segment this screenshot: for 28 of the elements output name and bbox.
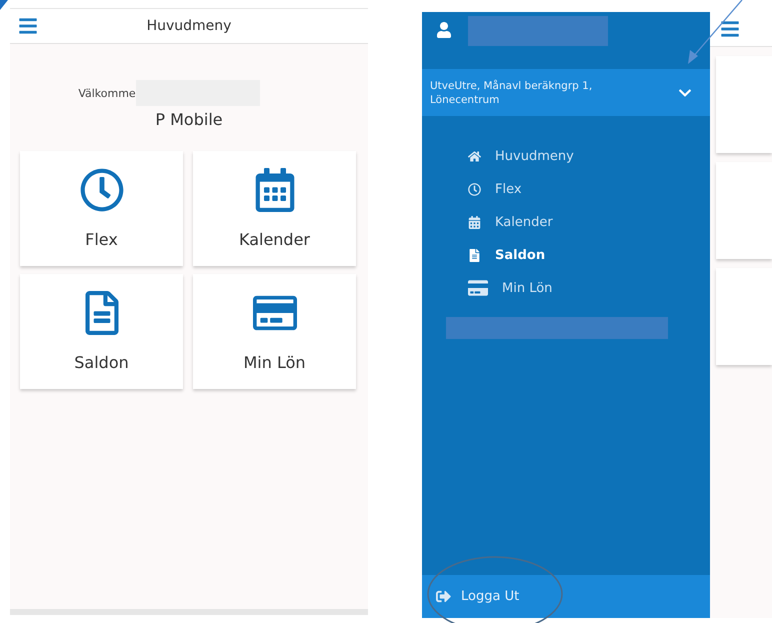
menu-icon[interactable] xyxy=(18,16,38,36)
logout-button[interactable]: Logga Ut xyxy=(422,575,710,618)
home-icon xyxy=(468,150,481,162)
menu-tile[interactable]: Saldon xyxy=(20,274,183,389)
menu-icon[interactable] xyxy=(720,19,740,39)
app-name: P Mobile xyxy=(155,110,223,129)
screen-title: Huvudmeny xyxy=(146,18,232,34)
drawer-menu-item[interactable]: Saldon xyxy=(468,243,710,267)
document-icon xyxy=(468,248,481,262)
menu-tile[interactable]: Kalender xyxy=(193,151,356,266)
menu-tile[interactable] xyxy=(716,162,772,259)
account-selector[interactable]: UtveUtre, Månavl beräkngrp 1, Lönecentrum xyxy=(422,69,710,116)
menu-tile[interactable]: Min Lön xyxy=(193,274,356,389)
drawer-menu-item[interactable]: Kalender xyxy=(468,210,710,234)
calendar-icon xyxy=(468,216,481,228)
menu-tile[interactable] xyxy=(716,56,772,153)
annotation-arrow xyxy=(0,0,8,10)
menu-tile[interactable]: Flex xyxy=(20,151,183,266)
card-icon xyxy=(468,278,488,298)
clock-icon xyxy=(468,182,481,196)
user-icon xyxy=(436,22,452,38)
menu-tile[interactable] xyxy=(716,268,772,365)
drawer-menu-item[interactable]: Min Lön xyxy=(468,276,710,300)
welcome-text: Välkomme xyxy=(78,86,136,100)
clock-icon xyxy=(80,168,124,212)
drawer-menu-item[interactable]: Flex xyxy=(468,177,710,201)
logout-icon xyxy=(436,589,451,604)
drawer-menu-item[interactable]: Huvudmeny xyxy=(468,144,710,168)
